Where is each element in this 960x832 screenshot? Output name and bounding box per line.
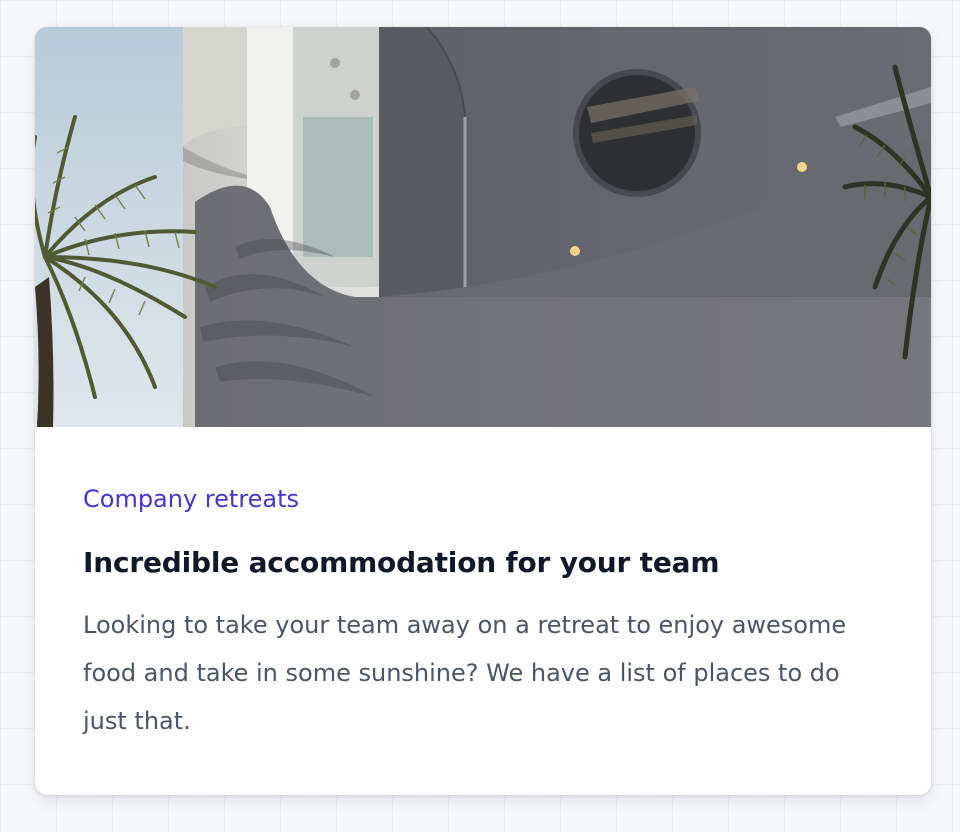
card-description: Looking to take your team away on a retr… (83, 611, 847, 735)
retreat-card[interactable]: Company retreats Incredible accommodatio… (35, 27, 931, 795)
category-label[interactable]: Company retreats (83, 481, 863, 517)
card-content: Company retreats Incredible accommodatio… (83, 481, 863, 745)
hero-image (35, 27, 931, 427)
card-title[interactable]: Incredible accommodation for your team (83, 543, 863, 583)
